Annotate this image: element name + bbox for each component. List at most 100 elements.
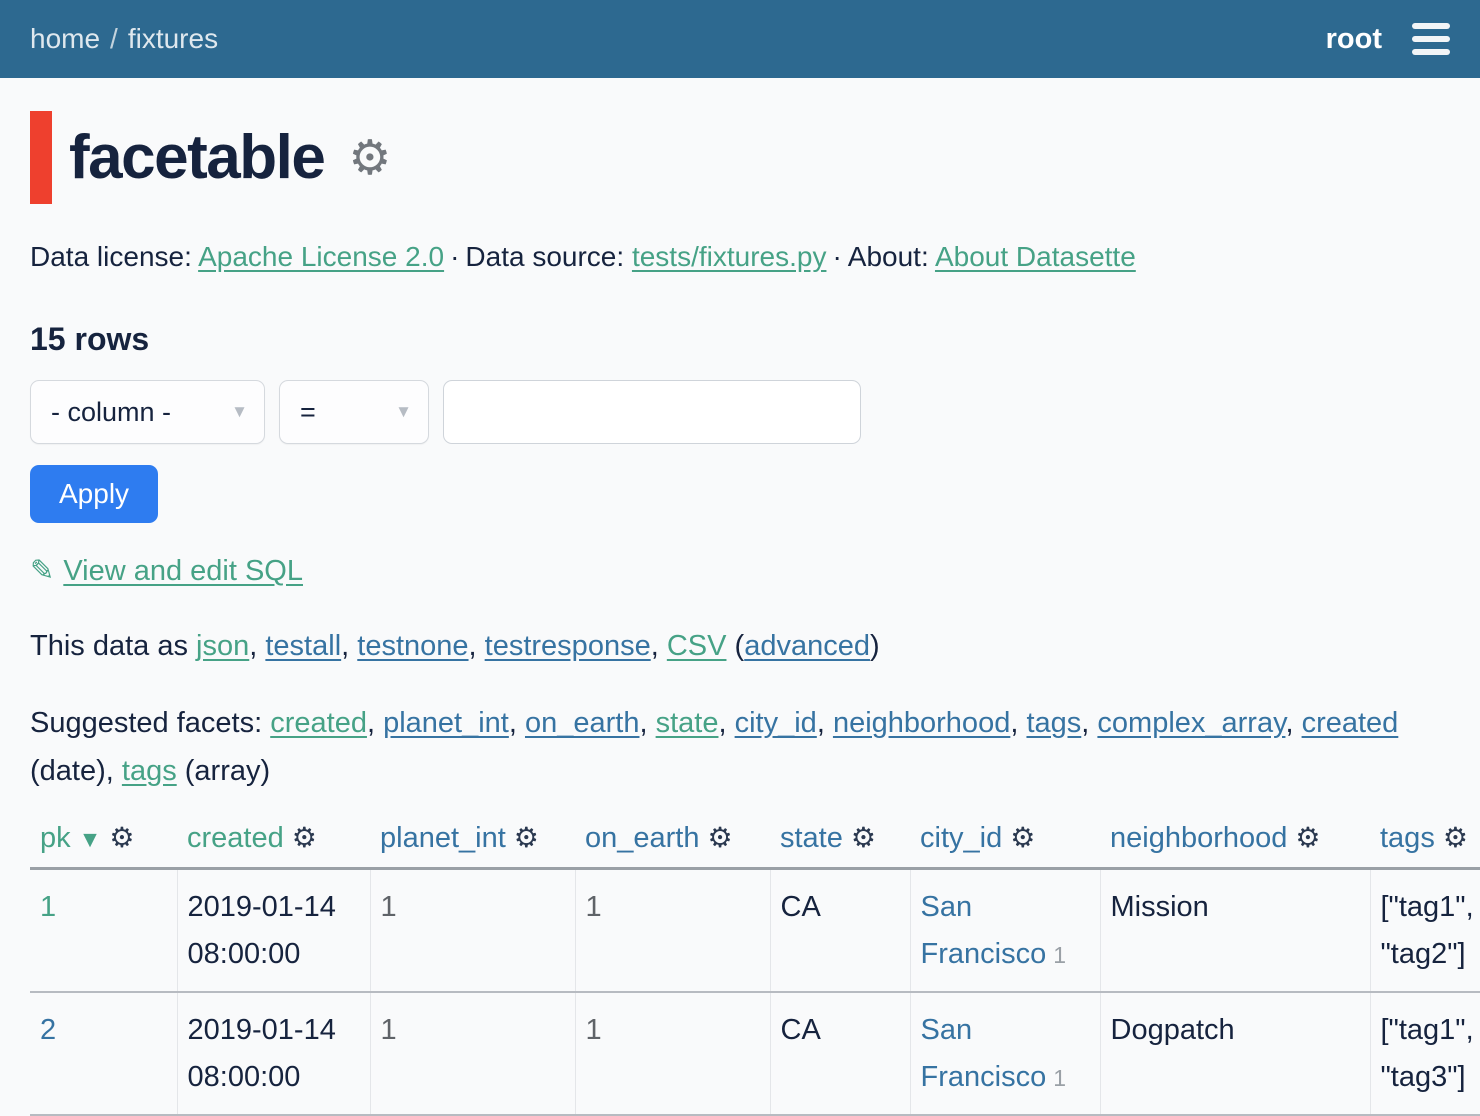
- about-link[interactable]: About Datasette: [935, 241, 1136, 272]
- column-gear-icon[interactable]: ⚙: [851, 822, 876, 853]
- column-gear-icon[interactable]: ⚙: [109, 822, 134, 853]
- source-link[interactable]: tests/fixtures.py: [632, 241, 827, 272]
- license-link[interactable]: Apache License 2.0: [198, 241, 444, 272]
- export-item: testresponse,: [485, 630, 659, 662]
- facet-link-on-earth[interactable]: on_earth: [525, 707, 640, 739]
- cell-planet-int: 1: [370, 869, 575, 993]
- column-gear-icon[interactable]: ⚙: [514, 822, 539, 853]
- facet-item: tags (array): [122, 755, 270, 787]
- export-links-line: This data as json, testall, testnone, te…: [30, 630, 1450, 663]
- breadcrumb-separator: /: [110, 23, 118, 54]
- column-header-city-id: city_id ⚙: [910, 821, 1100, 869]
- column-header-on-earth: on_earth ⚙: [575, 821, 770, 869]
- hamburger-menu-icon[interactable]: [1412, 19, 1450, 59]
- breadcrumb-home-link[interactable]: home: [30, 23, 100, 54]
- title-accent-bar: [30, 111, 52, 204]
- facet-link-state[interactable]: state: [656, 707, 719, 739]
- filter-column-select[interactable]: - column - ▼: [30, 380, 265, 444]
- cell-state: CA: [770, 869, 910, 993]
- export-link-testnone[interactable]: testnone: [357, 630, 468, 662]
- sort-desc-icon: ▼: [79, 826, 102, 852]
- metadata-line: Data license: Apache License 2.0·Data so…: [30, 241, 1450, 273]
- column-header-pk: pk ▼ ⚙: [30, 821, 177, 869]
- cell-on-earth: 1: [575, 869, 770, 993]
- filter-operator-value: =: [300, 397, 316, 428]
- facet-link-complex-array[interactable]: complex_array: [1097, 707, 1285, 739]
- sort-column-link[interactable]: pk: [40, 822, 71, 854]
- facet-link-planet-int[interactable]: planet_int: [383, 707, 509, 739]
- facets-prefix: Suggested facets:: [30, 707, 262, 739]
- select-arrow-icon: ▼: [395, 402, 412, 422]
- about-label: About:: [848, 241, 929, 272]
- city-id-badge: 1: [1053, 942, 1066, 968]
- row-pk-link[interactable]: 1: [40, 891, 56, 923]
- facet-link-tags[interactable]: tags: [1026, 707, 1081, 739]
- export-item: (advanced): [735, 630, 880, 662]
- cell-tags: ["tag1", "tag3"]: [1370, 992, 1480, 1115]
- sort-column-link[interactable]: neighborhood: [1110, 822, 1287, 854]
- pencil-icon: ✎: [30, 555, 54, 587]
- export-link-csv[interactable]: CSV: [667, 630, 727, 662]
- table-settings-gear-icon[interactable]: ⚙: [348, 130, 391, 186]
- sort-column-link[interactable]: created: [187, 822, 284, 854]
- sort-column-link[interactable]: on_earth: [585, 822, 700, 854]
- sql-edit-row: ✎ View and edit SQL: [30, 553, 1450, 588]
- view-edit-sql-link[interactable]: View and edit SQL: [63, 555, 303, 587]
- cell-state: CA: [770, 992, 910, 1115]
- export-link-json[interactable]: json: [196, 630, 249, 662]
- filter-operator-select[interactable]: = ▼: [279, 380, 429, 444]
- row-pk-link[interactable]: 2: [40, 1014, 56, 1046]
- logged-in-user-label[interactable]: root: [1326, 23, 1382, 56]
- export-item: json,: [196, 630, 257, 662]
- facet-link-tags-array[interactable]: tags: [122, 755, 177, 787]
- export-item: CSV: [667, 630, 727, 662]
- source-label: Data source:: [465, 241, 624, 272]
- facet-item: neighborhood,: [833, 707, 1018, 739]
- facet-link-city-id[interactable]: city_id: [735, 707, 817, 739]
- facet-link-created[interactable]: created: [270, 707, 367, 739]
- export-item: testall,: [265, 630, 349, 662]
- facet-item: complex_array,: [1097, 707, 1293, 739]
- sort-column-link[interactable]: state: [780, 822, 843, 854]
- column-gear-icon[interactable]: ⚙: [1010, 822, 1035, 853]
- filter-value-input[interactable]: [443, 380, 861, 444]
- cell-city-id: San Francisco1: [910, 992, 1100, 1115]
- column-header-tags: tags ⚙: [1370, 821, 1480, 869]
- sort-column-link[interactable]: city_id: [920, 822, 1002, 854]
- cell-pk: 2: [30, 992, 177, 1115]
- column-header-created: created ⚙: [177, 821, 370, 869]
- facet-link-neighborhood[interactable]: neighborhood: [833, 707, 1010, 739]
- export-link-testall[interactable]: testall: [265, 630, 341, 662]
- facet-link-created-date[interactable]: created: [1302, 707, 1399, 739]
- column-gear-icon[interactable]: ⚙: [708, 822, 733, 853]
- license-label: Data license:: [30, 241, 192, 272]
- column-gear-icon[interactable]: ⚙: [1443, 822, 1468, 853]
- facet-item: planet_int,: [383, 707, 517, 739]
- table-row: 1 2019-01-14 08:00:00 1 1 CA San Francis…: [30, 869, 1480, 993]
- breadcrumb-database-link[interactable]: fixtures: [128, 23, 218, 54]
- column-header-state: state ⚙: [770, 821, 910, 869]
- cell-city-id: San Francisco1: [910, 869, 1100, 993]
- facet-item: created,: [270, 707, 375, 739]
- top-navigation-bar: home / fixtures root: [0, 0, 1480, 78]
- column-gear-icon[interactable]: ⚙: [292, 822, 317, 853]
- cell-planet-int: 1: [370, 992, 575, 1115]
- rows-table: pk ▼ ⚙ created ⚙ planet_int ⚙ on_earth ⚙ stat…: [30, 821, 1480, 1116]
- city-link[interactable]: San Francisco: [921, 1014, 1047, 1093]
- export-link-testresponse[interactable]: testresponse: [485, 630, 651, 662]
- export-item: testnone,: [357, 630, 476, 662]
- facet-item: on_earth,: [525, 707, 648, 739]
- export-link-advanced[interactable]: advanced: [744, 630, 870, 662]
- facet-item: tags,: [1026, 707, 1089, 739]
- filter-controls: - column - ▼ = ▼: [30, 380, 1450, 444]
- cell-on-earth: 1: [575, 992, 770, 1115]
- city-link[interactable]: San Francisco: [921, 891, 1047, 970]
- column-gear-icon[interactable]: ⚙: [1295, 822, 1320, 853]
- suggested-facets-line: Suggested facets: created, planet_int, o…: [30, 699, 1450, 795]
- column-header-planet-int: planet_int ⚙: [370, 821, 575, 869]
- sort-column-link[interactable]: tags: [1380, 822, 1435, 854]
- cell-created: 2019-01-14 08:00:00: [177, 869, 370, 993]
- sort-column-link[interactable]: planet_int: [380, 822, 506, 854]
- apply-button[interactable]: Apply: [30, 465, 158, 523]
- export-prefix: This data as: [30, 630, 188, 662]
